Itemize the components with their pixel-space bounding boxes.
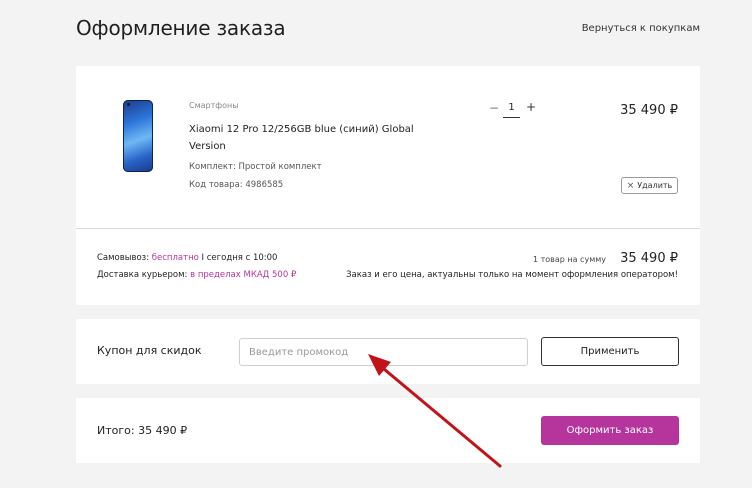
delete-label: Удалить bbox=[637, 181, 673, 190]
courier-prefix: Доставка курьером: bbox=[97, 270, 191, 280]
coupon-label: Купон для скидок bbox=[97, 344, 202, 357]
place-order-button[interactable]: Оформить заказ bbox=[541, 416, 679, 445]
back-to-shopping-link[interactable]: Вернуться к покупкам bbox=[582, 23, 700, 34]
item-price: 35 490 ₽ bbox=[620, 103, 678, 118]
order-total: Итого: 35 490 ₽ bbox=[97, 424, 188, 437]
coupon-card: Купон для скидок Применить bbox=[76, 319, 700, 384]
apply-coupon-button[interactable]: Применить bbox=[541, 337, 679, 366]
total-card: Итого: 35 490 ₽ Оформить заказ bbox=[76, 398, 700, 463]
product-category: Смартфоны bbox=[189, 101, 239, 110]
pickup-price: бесплатно bbox=[151, 253, 199, 263]
delete-item-button[interactable]: × Удалить bbox=[621, 177, 678, 194]
courier-price: в пределах МКАД 500 ₽ bbox=[190, 270, 297, 280]
summary-note: Заказ и его цена, актуальны только на мо… bbox=[346, 270, 678, 280]
pickup-prefix: Самовывоз: bbox=[97, 253, 152, 263]
camera-dot bbox=[127, 103, 130, 106]
quantity-decrease-button[interactable]: − bbox=[489, 101, 499, 115]
pickup-time: I сегодня с 10:00 bbox=[198, 253, 278, 263]
product-image[interactable] bbox=[123, 100, 153, 172]
summary-label: 1 товар на сумму bbox=[532, 255, 606, 264]
quantity-increase-button[interactable]: + bbox=[526, 100, 536, 114]
product-code: Код товара: 4986585 bbox=[189, 180, 284, 190]
cart-item: Смартфоны Xiaomi 12 Pro 12/256GB blue (с… bbox=[76, 66, 700, 229]
courier-info: Доставка курьером: в пределах МКАД 500 ₽ bbox=[97, 270, 296, 280]
pickup-info: Самовывоз: бесплатно I сегодня с 10:00 bbox=[97, 253, 277, 263]
page-title: Оформление заказа bbox=[76, 16, 286, 40]
summary-value: 35 490 ₽ bbox=[620, 251, 678, 266]
promo-code-input[interactable] bbox=[239, 338, 528, 366]
close-icon: × bbox=[626, 180, 635, 191]
product-kit: Комплект: Простой комплект bbox=[189, 162, 322, 172]
product-name-link[interactable]: Xiaomi 12 Pro 12/256GB blue (синий) Glob… bbox=[189, 121, 419, 155]
quantity-input[interactable]: 1 bbox=[503, 101, 520, 118]
cart-card: Смартфоны Xiaomi 12 Pro 12/256GB blue (с… bbox=[76, 66, 700, 305]
